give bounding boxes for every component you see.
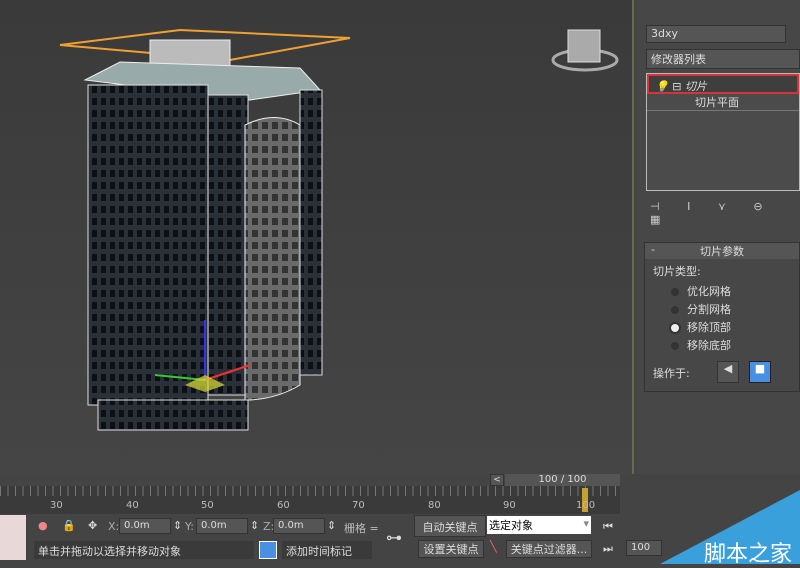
timeline-prev-button[interactable]: < <box>490 474 504 486</box>
current-frame-field[interactable]: 100 <box>626 540 662 556</box>
operate-poly-button[interactable]: ■ <box>749 361 771 383</box>
viewcube-icon <box>567 29 601 63</box>
stack-item-slice[interactable]: 💡 ⊟ 切片 <box>647 74 799 94</box>
tick: 80 <box>428 500 441 511</box>
viewport[interactable] <box>0 0 634 474</box>
slice-params-rollout: - 切片参数 切片类型: 优化网格 分割网格 移除顶部 移除底部 操作于: ◀ ■ <box>644 242 800 392</box>
slice-type-label: 切片类型: <box>653 265 701 278</box>
watermark-name: 脚本之家 <box>704 542 793 567</box>
tick: 30 <box>50 500 63 511</box>
key-icon[interactable]: ⊶ <box>386 528 402 547</box>
goto-start-button[interactable]: ⏮ <box>603 520 613 534</box>
operate-on-label: 操作于: <box>653 367 690 380</box>
time-tag-icon[interactable] <box>259 541 277 559</box>
radio[interactable] <box>671 288 679 296</box>
tick: 90 <box>503 500 516 511</box>
option-refine-mesh[interactable]: 优化网格 <box>671 283 799 301</box>
auto-key-button[interactable]: 自动关键点 <box>414 515 486 537</box>
y-label: Y: <box>185 520 194 533</box>
command-panel: 3dxy 修改器列表 💡 ⊟ 切片 切片平面 ⊣ I ⋎ ⊖ ▦ - 切片参数 切… <box>636 0 800 474</box>
maxscript-listener[interactable] <box>0 515 26 560</box>
z-field[interactable]: 0.0m <box>273 518 325 534</box>
isolate-icon[interactable]: ● <box>38 519 48 532</box>
key-mode-select[interactable]: 选定对象 ▾ <box>487 516 591 534</box>
y-spinner[interactable]: ⇕ <box>250 519 259 532</box>
stack-item-slice-plane[interactable]: 切片平面 <box>647 94 799 111</box>
modifier-list-dropdown[interactable]: 修改器列表 <box>646 49 800 69</box>
option-label: 分割网格 <box>687 303 731 316</box>
x-spinner[interactable]: ⇕ <box>173 519 182 532</box>
option-label: 移除底部 <box>687 339 731 352</box>
object-name-field[interactable]: 3dxy <box>646 25 786 43</box>
x-label: X: <box>108 520 120 533</box>
stack-toolbar[interactable]: ⊣ I ⋎ ⊖ ▦ <box>650 200 800 226</box>
grid-label: 栅格 = <box>344 522 379 535</box>
y-field[interactable]: 0.0m <box>196 518 248 534</box>
stack-item-label: 切片 <box>684 80 707 93</box>
option-remove-top[interactable]: 移除顶部 <box>671 319 799 337</box>
radio[interactable] <box>671 342 679 350</box>
watermark-site: jb51.net <box>736 522 786 536</box>
option-remove-bottom[interactable]: 移除底部 <box>671 337 799 355</box>
option-label: 移除顶部 <box>687 321 731 334</box>
option-split-mesh[interactable]: 分割网格 <box>671 301 799 319</box>
set-key-button[interactable]: 设置关键点 <box>418 540 484 558</box>
key-filters-button[interactable]: 关键点过滤器... <box>506 540 592 558</box>
bulb-icon[interactable]: 💡 <box>655 80 669 93</box>
radio[interactable] <box>671 306 679 314</box>
timeline-ruler[interactable] <box>0 486 620 514</box>
rollout-header[interactable]: - 切片参数 <box>645 243 799 259</box>
tick: 100 <box>576 500 596 511</box>
key-mode-toggle[interactable]: ⏭ <box>603 542 613 556</box>
key-filter-icon: ╲ <box>490 540 497 553</box>
lock-icon[interactable]: 🔒 <box>62 519 76 532</box>
x-field[interactable]: 0.0m <box>119 518 171 534</box>
add-time-tag[interactable]: 添加时间标记 <box>282 541 372 559</box>
select-value: 选定对象 <box>489 519 533 532</box>
time-slider[interactable]: 100 / 100 <box>505 474 620 486</box>
transform-mode-icon[interactable]: ✥ <box>88 519 97 532</box>
tick: 70 <box>352 500 365 511</box>
tick: 40 <box>126 500 139 511</box>
tick: 50 <box>201 500 214 511</box>
tick: 60 <box>277 500 290 511</box>
operate-faces-button[interactable]: ◀ <box>717 361 739 383</box>
option-label: 优化网格 <box>687 285 731 298</box>
rollout-title: 切片参数 <box>700 245 744 258</box>
z-spinner[interactable]: ⇕ <box>327 519 336 532</box>
radio[interactable] <box>671 324 679 332</box>
building-model <box>59 28 619 431</box>
modifier-stack: 💡 ⊟ 切片 切片平面 <box>646 73 800 191</box>
status-prompt: 单击并拖动以选择并移动对象 <box>34 541 254 559</box>
